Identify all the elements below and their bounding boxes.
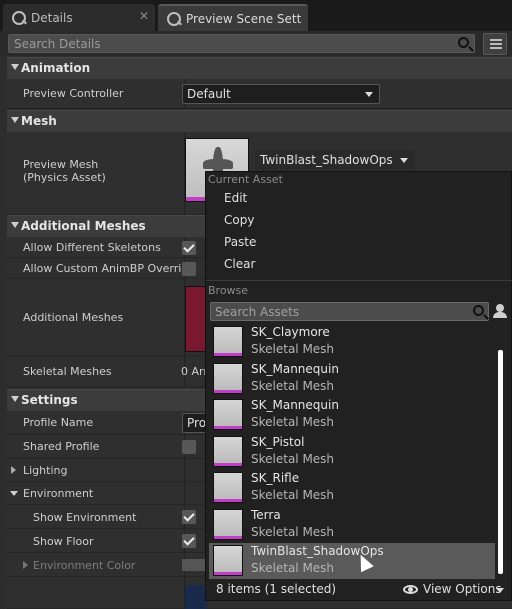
property-label: Show Floor <box>33 535 94 548</box>
tab-details[interactable]: Details ✕ <box>3 4 155 31</box>
preview-controller-dropdown[interactable]: Default <box>182 84 380 104</box>
menu-item-copy[interactable]: Copy <box>224 213 254 227</box>
asset-thumbnail <box>213 326 243 357</box>
asset-thumbnail <box>213 509 243 540</box>
menu-item-paste[interactable]: Paste <box>224 235 256 249</box>
preview-mesh-label: Preview Mesh (Physics Asset) <box>23 158 106 184</box>
list-item[interactable]: SK_Mannequin Skeletal Mesh <box>209 361 495 397</box>
additional-meshes-thumbnail[interactable] <box>185 286 207 352</box>
search-icon[interactable] <box>458 37 469 48</box>
asset-name: SK_Mannequin <box>251 398 339 412</box>
category-mesh[interactable]: Mesh <box>7 110 512 132</box>
tab-label: Preview Scene Sett <box>186 11 302 26</box>
asset-type: Skeletal Mesh <box>251 379 335 393</box>
asset-type: Skeletal Mesh <box>251 415 335 429</box>
property-label: Environment Color <box>33 559 136 572</box>
asset-picker-menu: Current Asset Edit Copy Paste Clear Brow… <box>205 171 512 601</box>
shared-profile-checkbox[interactable] <box>182 440 196 454</box>
asset-search-box <box>210 302 489 321</box>
close-icon[interactable]: ✕ <box>139 9 149 23</box>
divider <box>206 280 512 281</box>
preview-controller-label: Preview Controller <box>23 87 124 100</box>
collapse-arrow-icon <box>11 222 19 228</box>
list-item[interactable]: SK_Mannequin Skeletal Mesh <box>209 397 495 433</box>
menu-item-clear[interactable]: Clear <box>224 257 255 271</box>
tab-preview-scene-settings[interactable]: Preview Scene Sett <box>158 4 308 31</box>
chevron-down-icon <box>400 158 408 163</box>
preview-mesh-dropdown[interactable]: TwinBlast_ShadowOps <box>255 150 415 170</box>
property-label: Allow Different Skeletons <box>23 241 161 254</box>
property-label: Show Environment <box>33 511 137 524</box>
row-preview-controller: Preview Controller Default <box>7 79 512 109</box>
asset-type: Skeletal Mesh <box>251 525 335 539</box>
search-icon[interactable] <box>473 305 484 316</box>
collapse-arrow-icon <box>11 396 19 402</box>
property-label: Environment <box>23 487 94 500</box>
chevron-down-icon[interactable] <box>496 588 504 593</box>
allow-different-skeletons-checkbox[interactable] <box>182 241 196 255</box>
list-item[interactable]: SK_Claymore Skeletal Mesh <box>209 324 495 360</box>
category-title: Animation <box>21 61 91 75</box>
asset-name: Terra <box>251 508 281 522</box>
scrollbar[interactable] <box>498 350 503 574</box>
asset-name: SK_Mannequin <box>251 362 339 376</box>
collapse-arrow-icon[interactable] <box>10 491 18 496</box>
asset-type: Skeletal Mesh <box>251 342 335 356</box>
collapse-arrow-icon <box>11 64 19 70</box>
property-label: Skeletal Meshes <box>23 365 112 378</box>
property-label: Profile Name <box>23 416 94 429</box>
skeletal-meshes-value: 0 Arr <box>181 365 208 378</box>
expand-arrow-icon[interactable] <box>11 466 16 474</box>
show-floor-checkbox[interactable] <box>182 534 196 548</box>
asset-list: SK_Claymore Skeletal Mesh SK_Mannequin S… <box>209 324 509 579</box>
asset-type: Skeletal Mesh <box>251 561 335 575</box>
tab-label: Details <box>31 10 73 25</box>
category-title: Additional Meshes <box>21 219 146 233</box>
property-label: Allow Custom AnimBP Overrid <box>23 262 189 275</box>
asset-thumbnail <box>213 399 243 430</box>
view-options-button[interactable]: View Options <box>423 582 502 596</box>
asset-name: SK_Claymore <box>251 325 330 339</box>
asset-thumbnail <box>213 472 243 503</box>
collapse-arrow-icon <box>11 117 19 123</box>
asset-type: Skeletal Mesh <box>251 488 335 502</box>
asset-name: SK_Rifle <box>251 471 300 485</box>
list-item-selected[interactable]: TwinBlast_ShadowOps Skeletal Mesh <box>209 543 495 579</box>
category-title: Mesh <box>21 114 57 128</box>
asset-search-input[interactable] <box>211 303 466 320</box>
asset-thumbnail <box>213 363 243 394</box>
list-item[interactable]: Terra Skeletal Mesh <box>209 507 495 543</box>
tab-bar: Details ✕ Preview Scene Sett <box>0 0 512 31</box>
search-box <box>8 34 475 53</box>
user-icon[interactable] <box>492 303 508 319</box>
details-icon <box>12 10 26 25</box>
expand-arrow-icon[interactable] <box>23 561 28 569</box>
property-label: Additional Meshes <box>23 311 124 324</box>
menu-item-edit[interactable]: Edit <box>224 191 247 205</box>
show-environment-checkbox[interactable] <box>182 510 196 524</box>
search-input[interactable] <box>9 35 449 52</box>
category-title: Settings <box>21 393 78 407</box>
asset-thumbnail <box>213 436 243 467</box>
asset-type: Skeletal Mesh <box>251 452 335 466</box>
view-options-icon[interactable] <box>483 33 507 55</box>
list-item[interactable]: SK_Rifle Skeletal Mesh <box>209 470 495 506</box>
asset-thumbnail <box>213 545 243 576</box>
property-label: Shared Profile <box>23 440 100 453</box>
search-row <box>0 31 512 56</box>
section-header-browse: Browse <box>208 284 249 297</box>
list-item[interactable]: SK_Pistol Skeletal Mesh <box>209 434 495 470</box>
partial-thumbnail <box>185 585 207 609</box>
asset-name: SK_Pistol <box>251 435 305 449</box>
item-count: 8 items (1 selected) <box>216 582 337 596</box>
chevron-down-icon <box>365 92 373 97</box>
section-header-current-asset: Current Asset <box>208 173 283 186</box>
details-icon <box>167 11 181 26</box>
dropdown-value: TwinBlast_ShadowOps <box>260 153 393 167</box>
property-label: Lighting <box>23 464 68 477</box>
dropdown-value: Default <box>187 87 231 101</box>
eye-icon[interactable] <box>403 585 418 594</box>
allow-custom-animbp-checkbox[interactable] <box>182 262 196 276</box>
category-animation[interactable]: Animation <box>7 57 512 79</box>
